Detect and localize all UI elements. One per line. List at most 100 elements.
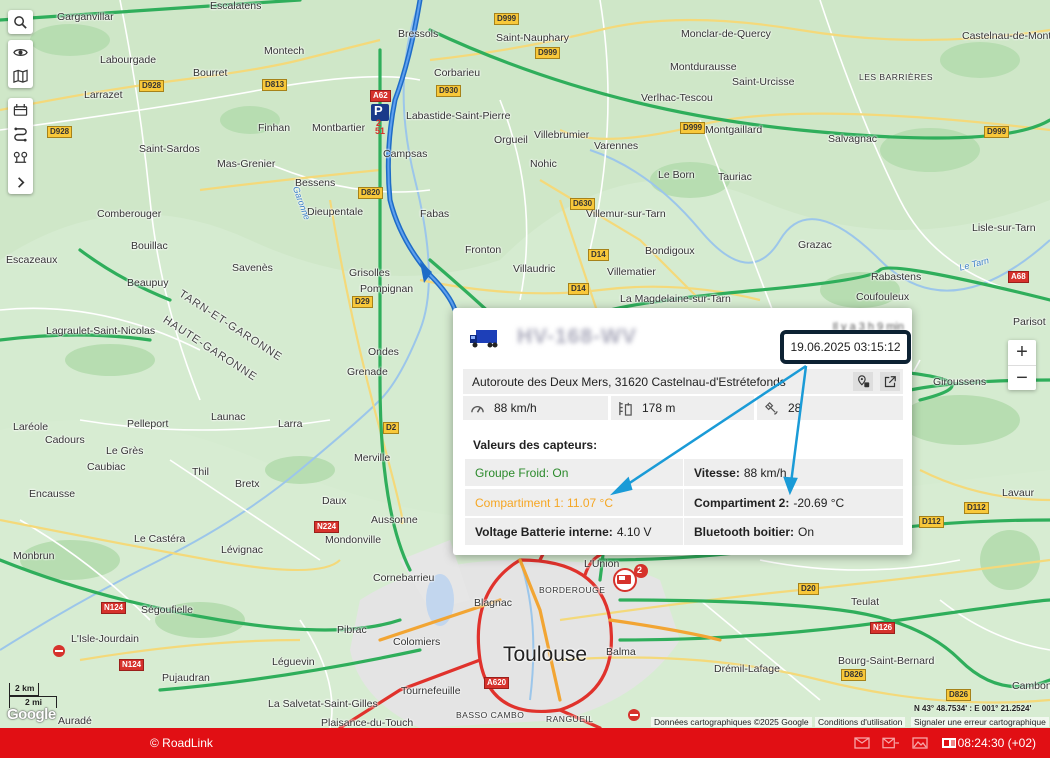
speed-value: 88 km/h	[494, 401, 537, 415]
expand-toolbar-button[interactable]	[8, 170, 33, 194]
map-view[interactable]: Garganvillar Escalatens Bressols Saint-N…	[0, 0, 1050, 728]
route-icon	[14, 126, 27, 142]
view-tool-group	[8, 40, 33, 88]
place-label: Teulat	[851, 596, 880, 608]
locate-button[interactable]	[853, 372, 873, 391]
zoom-in-button[interactable]: +	[1008, 340, 1036, 365]
search-button[interactable]	[8, 10, 33, 34]
place-label: Orgueil	[494, 134, 528, 146]
place-label: Larrazet	[84, 89, 123, 101]
terms-link[interactable]: Conditions d'utilisation	[815, 717, 906, 727]
road-shield: D826	[841, 669, 867, 681]
place-label: Bondigoux	[645, 245, 695, 257]
place-label: Le Born	[658, 169, 695, 181]
satellites-stat: 28	[757, 396, 903, 420]
place-label: Caubiac	[87, 461, 126, 473]
road-shield: A620	[484, 677, 510, 689]
report-error-link[interactable]: Signaler une erreur cartographique	[911, 717, 1049, 727]
place-label: Montgaillard	[705, 124, 763, 136]
timeline-icon	[13, 103, 28, 116]
place-label: RANGUEIL	[546, 714, 594, 724]
road-shield: D2	[383, 422, 400, 434]
place-label: Plaisance-du-Touch	[321, 717, 414, 728]
place-label: Cadours	[45, 434, 85, 446]
place-label: Finhan	[258, 122, 291, 134]
place-label: Pelleport	[127, 418, 169, 430]
place-label: Grenade	[347, 366, 388, 378]
parking-marker[interactable]: P	[374, 103, 383, 118]
open-external-button[interactable]	[880, 372, 900, 391]
place-label: Pompignan	[360, 283, 414, 295]
cluster-count[interactable]: 2	[637, 565, 642, 575]
place-label: Drémil-Lafage	[714, 663, 780, 675]
place-label: Coufouleux	[856, 291, 910, 303]
sensor-label: Voltage Batterie interne:	[475, 524, 613, 539]
map-scale: 2 km 2 mi	[9, 683, 57, 708]
place-label: Bretx	[235, 478, 260, 490]
sensor-compartiment-2: Compartiment 2: -20.69 °C	[684, 489, 903, 516]
image-icon	[911, 736, 928, 749]
place-label: Mondonville	[325, 534, 382, 546]
place-label: Le Castéra	[134, 533, 186, 545]
map-layers-button[interactable]	[8, 64, 33, 88]
sensor-value: On	[797, 524, 814, 539]
road-shield: D630	[570, 198, 596, 210]
waypoints-icon	[13, 151, 28, 163]
zoom-out-button[interactable]: −	[1008, 365, 1036, 390]
place-label: Tauriac	[718, 171, 752, 183]
waypoints-button[interactable]	[8, 146, 33, 170]
place-label: Escazeaux	[6, 254, 58, 266]
city-label: Toulouse	[503, 643, 588, 666]
altitude-stat: 178 m	[611, 396, 754, 420]
road-shield: N126	[870, 622, 896, 634]
place-label: Bourg-Saint-Bernard	[838, 655, 935, 667]
place-label: Ondes	[368, 346, 399, 358]
route-button[interactable]	[8, 122, 33, 146]
altitude-icon	[619, 401, 632, 416]
place-label: Castelnau-de-Montmiral	[962, 30, 1050, 42]
place-label: Montbartier	[312, 122, 366, 134]
google-logo[interactable]: Google	[7, 706, 56, 723]
sensor-label: Vitesse:	[694, 465, 740, 480]
road-shield: D930	[436, 85, 462, 97]
road-shield: D29	[352, 296, 373, 308]
place-label: L'Isle-Jourdain	[71, 633, 139, 645]
place-label: Thil	[192, 466, 209, 478]
zoom-controls: + −	[1008, 340, 1036, 390]
place-label: Bouillac	[131, 240, 168, 252]
place-label: Le Grès	[106, 445, 144, 457]
sensor-bluetooth: Bluetooth boitier: On	[684, 518, 903, 545]
place-label: Saint-Urcisse	[732, 76, 795, 88]
road-shield: D14	[568, 283, 589, 295]
place-label: Cambon	[1012, 680, 1050, 692]
search-icon	[14, 15, 27, 29]
footer-actions	[853, 736, 957, 749]
satellite-icon	[765, 401, 778, 415]
sensor-value: 88 km/h	[743, 465, 787, 480]
address: Autoroute des Deux Mers, 31620 Castelnau…	[472, 374, 786, 389]
sensor-groupe-froid: Groupe Froid: On	[465, 459, 683, 486]
place-label: L'Union	[584, 558, 620, 570]
place-label: Garganvillar	[57, 11, 114, 23]
status-bar: © RoadLink 08:24:30 (+02)	[0, 728, 1050, 758]
speedometer-icon	[471, 405, 484, 413]
mail-send-button[interactable]	[882, 736, 899, 749]
map-pin-icon	[857, 375, 869, 388]
road-shield: D112	[964, 502, 989, 514]
visibility-button[interactable]	[8, 40, 33, 64]
place-label: Aussonne	[371, 514, 418, 526]
place-label: BORDEROUGE	[539, 585, 606, 595]
sensor-label: Bluetooth boitier:	[694, 524, 794, 539]
timeline-button[interactable]	[8, 98, 33, 122]
timestamp-highlight: 19.06.2025 03:15:12	[780, 330, 911, 364]
gallery-button[interactable]	[940, 736, 957, 749]
road-shield: D14	[588, 249, 609, 261]
vehicle-plate: HV-168-WV	[517, 325, 637, 348]
road-shield: D999	[984, 126, 1010, 138]
place-label: Fabas	[420, 208, 450, 220]
place-label: Mas-Grenier	[217, 158, 276, 170]
timestamp: 19.06.2025 03:15:12	[790, 340, 901, 354]
coordinates-readout: N 43° 48.7534' : E 001° 21.2524'	[914, 704, 1032, 713]
image-button[interactable]	[911, 736, 928, 749]
mail-button[interactable]	[853, 736, 870, 749]
